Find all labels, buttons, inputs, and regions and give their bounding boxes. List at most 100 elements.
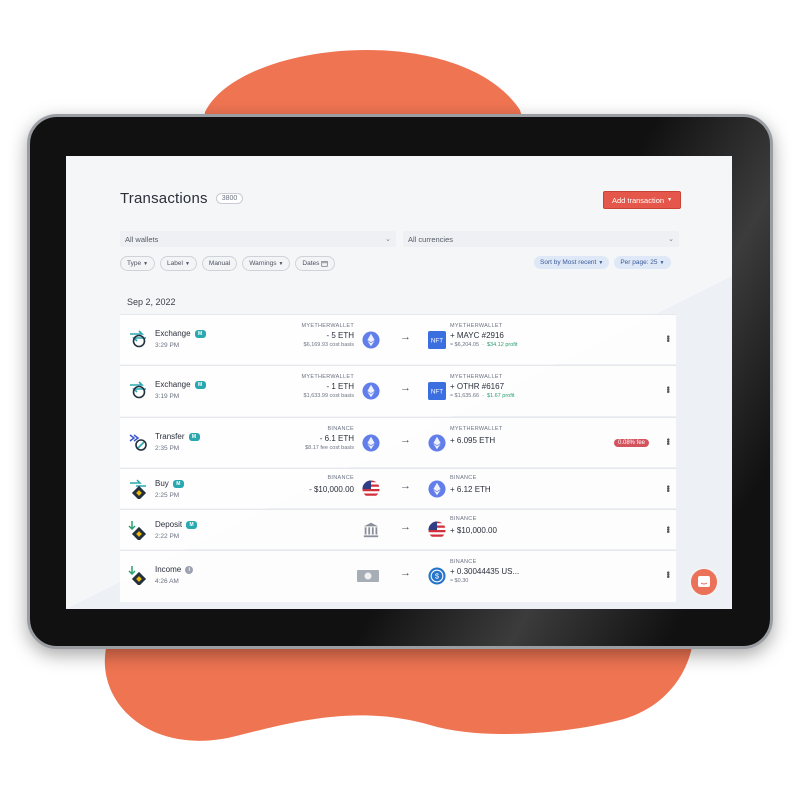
chevron-down-icon: ⌄ xyxy=(385,236,391,243)
arrow-right-icon: → xyxy=(400,567,411,579)
source-wallet: MYETHERWALLET xyxy=(301,374,354,380)
arrow-right-icon: → xyxy=(400,434,411,446)
transaction-type: Income i xyxy=(155,565,194,574)
destination-wallet: MYETHERWALLET xyxy=(450,426,503,432)
type-label: Exchange xyxy=(155,329,191,338)
caret-down-icon: ▼ xyxy=(184,260,190,267)
profit-amount: $34.12 profit xyxy=(486,342,518,348)
svg-text:NFT: NFT xyxy=(431,389,443,396)
usdc-icon: $ xyxy=(428,567,446,585)
more-options-icon[interactable]: ••• xyxy=(663,526,673,532)
source-side: MYETHERWALLET - 1 ETH $1,633.99 cost bas… xyxy=(302,374,355,399)
per-page-label: Per page: 25 xyxy=(620,259,658,266)
transaction-time: 3:29 PM xyxy=(155,342,180,349)
transaction-row[interactable]: Deposit M 2:22 PM → BINANCE + $10,000.00… xyxy=(120,509,676,549)
transfer-icon xyxy=(129,434,147,451)
transaction-count-badge: 3800 xyxy=(215,193,244,204)
exchange-icon xyxy=(130,381,146,399)
add-transaction-button[interactable]: Add transaction ▼ xyxy=(603,191,681,209)
svg-text:$: $ xyxy=(435,572,439,581)
tablet-frame: Transactions 3800 Add transaction ▼ All … xyxy=(27,114,773,649)
caret-down-icon: ▼ xyxy=(659,259,665,266)
more-options-icon[interactable]: ••• xyxy=(663,571,673,577)
svg-text:NFT: NFT xyxy=(431,338,443,345)
wallets-select[interactable]: All wallets ⌄ xyxy=(120,231,396,247)
destination-side: MYETHERWALLET + MAYC #2916 ≈ $6,204.05 ·… xyxy=(450,323,518,348)
label-filter-chip[interactable]: Label ▼ xyxy=(160,256,197,271)
per-page-dropdown[interactable]: Per page: 25 ▼ xyxy=(614,256,671,269)
transaction-time: 2:25 PM xyxy=(155,492,180,499)
destination-wallet: BINANCE xyxy=(450,559,477,565)
usd-flag-icon xyxy=(428,521,446,539)
destination-value: ≈ $1,635.66 xyxy=(450,393,480,399)
source-amount: - 6.1 ETH xyxy=(319,434,354,443)
type-label: Buy xyxy=(155,479,169,488)
chat-icon xyxy=(698,576,710,587)
manual-filter-label: Manual xyxy=(208,260,231,267)
page-header: Transactions 3800 xyxy=(120,190,244,207)
wallets-select-value: All wallets xyxy=(125,234,159,244)
manual-badge: M xyxy=(194,329,206,338)
source-side: BINANCE - 6.1 ETH $8.17 fee cost basis xyxy=(305,426,354,451)
type-label: Exchange xyxy=(155,380,191,389)
destination-value: ≈ $6,204.05 xyxy=(450,342,480,348)
more-options-icon[interactable]: ••• xyxy=(663,335,673,341)
cash-icon xyxy=(357,570,379,582)
calendar-icon xyxy=(321,261,329,267)
destination-value-line: ≈ $1,635.66 · $1.67 profit xyxy=(450,393,515,399)
manual-badge: M xyxy=(186,520,198,529)
manual-badge: M xyxy=(194,380,206,389)
sort-label: Sort by Most recent xyxy=(540,259,597,266)
warnings-filter-chip[interactable]: Warnings ▼ xyxy=(242,256,291,271)
caret-down-icon: ▼ xyxy=(278,260,284,267)
destination-amount: + 6.12 ETH xyxy=(450,485,491,494)
page-title: Transactions xyxy=(120,190,208,207)
destination-wallet: MYETHERWALLET xyxy=(450,374,503,380)
destination-side: BINANCE + $10,000.00 xyxy=(450,516,497,535)
sort-controls: Sort by Most recent ▼ Per page: 25 ▼ xyxy=(534,256,671,269)
filter-chips: Type ▼ Label ▼ Manual Warnings ▼ Dates xyxy=(120,256,336,271)
source-amount: - 5 ETH xyxy=(326,331,354,340)
transaction-row[interactable]: Income i 4:26 AM → $ BINANCE + 0.30044435… xyxy=(120,550,676,602)
type-label: Deposit xyxy=(155,520,183,529)
source-side: BINANCE - $10,000.00 xyxy=(309,475,354,494)
transaction-row[interactable]: Exchange M 3:29 PM MYETHERWALLET - 5 ETH … xyxy=(120,314,676,364)
source-wallet: BINANCE xyxy=(327,426,354,432)
source-amount: - $10,000.00 xyxy=(309,485,354,494)
arrow-right-icon: → xyxy=(400,480,411,492)
destination-amount: + MAYC #2916 xyxy=(450,331,504,340)
transaction-type: Exchange M xyxy=(155,380,206,389)
type-label: Transfer xyxy=(155,432,185,441)
transaction-row[interactable]: Buy M 2:25 PM BINANCE - $10,000.00 → BIN… xyxy=(120,468,676,508)
cost-basis: $6,169.93 cost basis xyxy=(303,342,354,348)
destination-side: BINANCE + 6.12 ETH xyxy=(450,475,491,494)
destination-value-line: ≈ $6,204.05 · $34.12 profit xyxy=(450,342,518,348)
transaction-type: Exchange M xyxy=(155,329,206,338)
sort-dropdown[interactable]: Sort by Most recent ▼ xyxy=(534,256,610,269)
transaction-row[interactable]: Transfer M 2:35 PM BINANCE - 6.1 ETH $8.1… xyxy=(120,417,676,467)
destination-value: ≈ $0.30 xyxy=(450,578,469,584)
manual-filter-chip[interactable]: Manual xyxy=(201,256,238,271)
more-options-icon[interactable]: ••• xyxy=(663,438,673,444)
source-wallet: BINANCE xyxy=(327,475,354,481)
transaction-type: Deposit M xyxy=(155,520,198,529)
currencies-select[interactable]: All currencies ⌄ xyxy=(403,231,679,247)
cost-basis: $1,633.99 cost basis xyxy=(303,393,354,399)
label-filter-label: Label xyxy=(167,260,183,267)
eth-icon xyxy=(362,382,380,400)
add-transaction-label: Add transaction xyxy=(611,195,665,205)
more-options-icon[interactable]: ••• xyxy=(663,386,673,392)
transaction-row[interactable]: Exchange M 3:19 PM MYETHERWALLET - 1 ETH … xyxy=(120,365,676,416)
eth-icon xyxy=(428,434,446,452)
exchange-icon xyxy=(130,330,146,348)
more-options-icon[interactable]: ••• xyxy=(663,485,673,491)
transaction-type: Buy M xyxy=(155,479,184,488)
source-side: MYETHERWALLET - 5 ETH $6,169.93 cost bas… xyxy=(302,323,355,348)
manual-badge: M xyxy=(188,432,200,441)
caret-down-icon: ▼ xyxy=(667,197,673,203)
chat-support-button[interactable] xyxy=(689,567,719,597)
destination-side: BINANCE + 0.30044435 US... ≈ $0.30 xyxy=(450,559,519,584)
type-filter-chip[interactable]: Type ▼ xyxy=(120,256,156,271)
dates-filter-chip[interactable]: Dates xyxy=(295,256,336,271)
transaction-time: 2:22 PM xyxy=(155,533,180,540)
